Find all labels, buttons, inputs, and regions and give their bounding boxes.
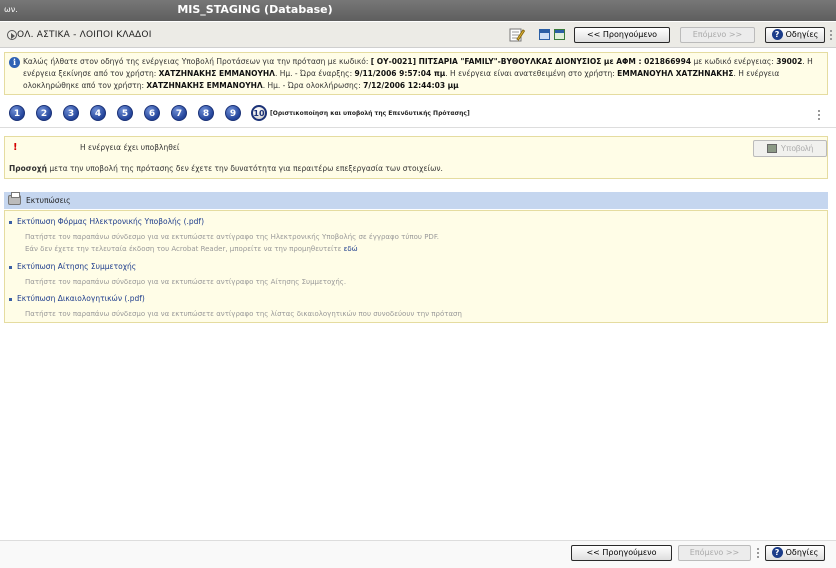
warning-note-bold: Προσοχή (9, 164, 47, 173)
help-icon: ? (771, 547, 783, 558)
print-application-desc: Πατήστε τον παραπάνω σύνδεσμο για να εκτ… (25, 278, 347, 286)
header-handle (830, 30, 832, 40)
next-button-bottom[interactable]: Επόμενο >> (678, 545, 751, 561)
step-2-button[interactable]: 2 (36, 105, 52, 121)
step-3-button[interactable]: 3 (63, 105, 79, 121)
acrobat-download-link[interactable]: εδώ (344, 245, 358, 253)
warning-note-text: μετα την υποβολή της πρότασης δεν έχετε … (46, 164, 443, 173)
info-text-7: . Ημ. - Ώρα ολοκλήρωσης: (262, 81, 364, 90)
previous-button[interactable]: << Προηγούμενο (574, 27, 670, 43)
bottom-separator (757, 548, 759, 558)
window-title-bar: ων. MIS_STAGING (Database) (0, 0, 836, 21)
wizard-steps: 1 2 3 4 5 6 7 8 9 10 [Οριστικοποίηση και… (0, 102, 836, 128)
acrobat-text: Εάν δεν έχετε την τελευταία έκδοση του A… (25, 245, 344, 253)
step-1-button[interactable]: 1 (9, 105, 25, 121)
page-title: ΟΛ. ΑΣΤΙΚΑ - ΛΟΙΠΟΙ ΚΛΑΔΟΙ (17, 30, 152, 40)
started-by: ΧΑΤΖΗΝΑΚΗΣ ΕΜΜΑΝΟΥΗΛ (158, 69, 275, 78)
bullet-icon (9, 297, 12, 301)
info-text-2: με κωδικό ενέργειας: (691, 57, 777, 66)
print-form-desc-2: Εάν δεν έχετε την τελευταία έκδοση του A… (25, 245, 358, 253)
print-item-form: Εκτύπωση Φόρμας Ηλεκτρονικής Υποβολής (.… (9, 217, 204, 226)
current-step-label: [Οριστικοποίηση και υποβολή της Επενδυτι… (270, 110, 470, 117)
help-button[interactable]: ? Οδηγίες (765, 27, 825, 43)
end-time: 7/12/2006 12:44:03 μμ (363, 81, 459, 90)
help-label: Οδηγίες (785, 30, 819, 39)
help-button-bottom[interactable]: ? Οδηγίες (765, 545, 825, 561)
print-form-link[interactable]: Εκτύπωση Φόρμας Ηλεκτρονικής Υποβολής (.… (17, 217, 204, 226)
assigned-to: ΕΜΜΑΝΟΥΗΛ ΧΑΤΖΗΝΑΚΗΣ (617, 69, 734, 78)
next-button[interactable]: Επόμενο >> (680, 27, 755, 43)
print-documents-link[interactable]: Εκτύπωση Δικαιολογητικών (.pdf) (17, 294, 145, 303)
print-item-documents: Εκτύπωση Δικαιολογητικών (.pdf) (9, 294, 145, 303)
print-item-application: Εκτύπωση Αίτησης Συμμετοχής (9, 262, 136, 271)
step-8-button[interactable]: 8 (198, 105, 214, 121)
status-box: ! Η ενέργεια έχει υποβληθεί Υποβολή Προσ… (4, 136, 828, 179)
submit-icon (766, 144, 777, 154)
warning-note: Προσοχή μετα την υποβολή της πρότασης δε… (9, 164, 443, 173)
start-time: 9/11/2006 9:57:04 πμ (354, 69, 446, 78)
bottom-nav: << Προηγούμενο Επόμενο >> ? Οδηγίες (0, 540, 836, 568)
step-4-button[interactable]: 4 (90, 105, 106, 121)
prints-title: Εκτυπώσεις (26, 196, 71, 205)
step-10-button[interactable]: 10 (251, 105, 267, 121)
print-form-desc: Πατήστε τον παραπάνω σύνδεσμο για να εκτ… (25, 233, 439, 241)
step-6-button[interactable]: 6 (144, 105, 160, 121)
info-text-4: . Ημ. - Ώρα έναρξης: (274, 69, 355, 78)
proposal-code: [ ΟΥ-0021] ΠΙΤΣΑΡΙΑ "FAMILY"-ΒΥΘΟΥΛΚΑΣ Δ… (370, 57, 692, 66)
previous-button-bottom[interactable]: << Προηγούμενο (571, 545, 672, 561)
info-text-5: . Η ενέργεια είναι ανατεθειμένη στο χρήσ… (445, 69, 618, 78)
print-application-link[interactable]: Εκτύπωση Αίτησης Συμμετοχής (17, 262, 136, 271)
print-documents-desc: Πατήστε τον παραπάνω σύνδεσμο για να εκτ… (25, 310, 462, 318)
action-code: 39002 (776, 57, 803, 66)
steps-handle (818, 110, 820, 120)
status-text: Η ενέργεια έχει υποβληθεί (80, 143, 180, 152)
step-9-button[interactable]: 9 (225, 105, 241, 121)
prints-list: Εκτύπωση Φόρμας Ηλεκτρονικής Υποβολής (.… (4, 210, 828, 323)
completed-by: ΧΑΤΖΗΝΑΚΗΣ ΕΜΜΑΝΟΥΗΛ (146, 81, 263, 90)
info-icon: i (9, 57, 20, 68)
step-7-button[interactable]: 7 (171, 105, 187, 121)
printer-icon (8, 192, 21, 205)
edit-icon[interactable] (509, 27, 525, 43)
submit-label: Υποβολή (780, 144, 814, 153)
play-icon (7, 30, 17, 40)
submit-button[interactable]: Υποβολή (753, 140, 827, 157)
step-5-button[interactable]: 5 (117, 105, 133, 121)
prints-section-header: Εκτυπώσεις (4, 192, 828, 209)
info-text-1: Καλώς ήλθατε στον οδηγό της ενέργειας Υπ… (23, 57, 371, 66)
image-icon[interactable] (554, 29, 565, 40)
info-box: i Καλώς ήλθατε στον οδηγό της ενέργειας … (4, 52, 828, 95)
window-title: MIS_STAGING (Database) (177, 3, 333, 16)
bullet-icon (9, 220, 12, 224)
help-icon: ? (771, 29, 783, 40)
warning-icon: ! (13, 142, 18, 153)
window-icon[interactable] (539, 29, 550, 40)
help-label: Οδηγίες (785, 548, 819, 557)
bullet-icon (9, 265, 12, 269)
page-header: ΟΛ. ΑΣΤΙΚΑ - ΛΟΙΠΟΙ ΚΛΑΔΟΙ << Προηγούμεν… (0, 22, 836, 48)
